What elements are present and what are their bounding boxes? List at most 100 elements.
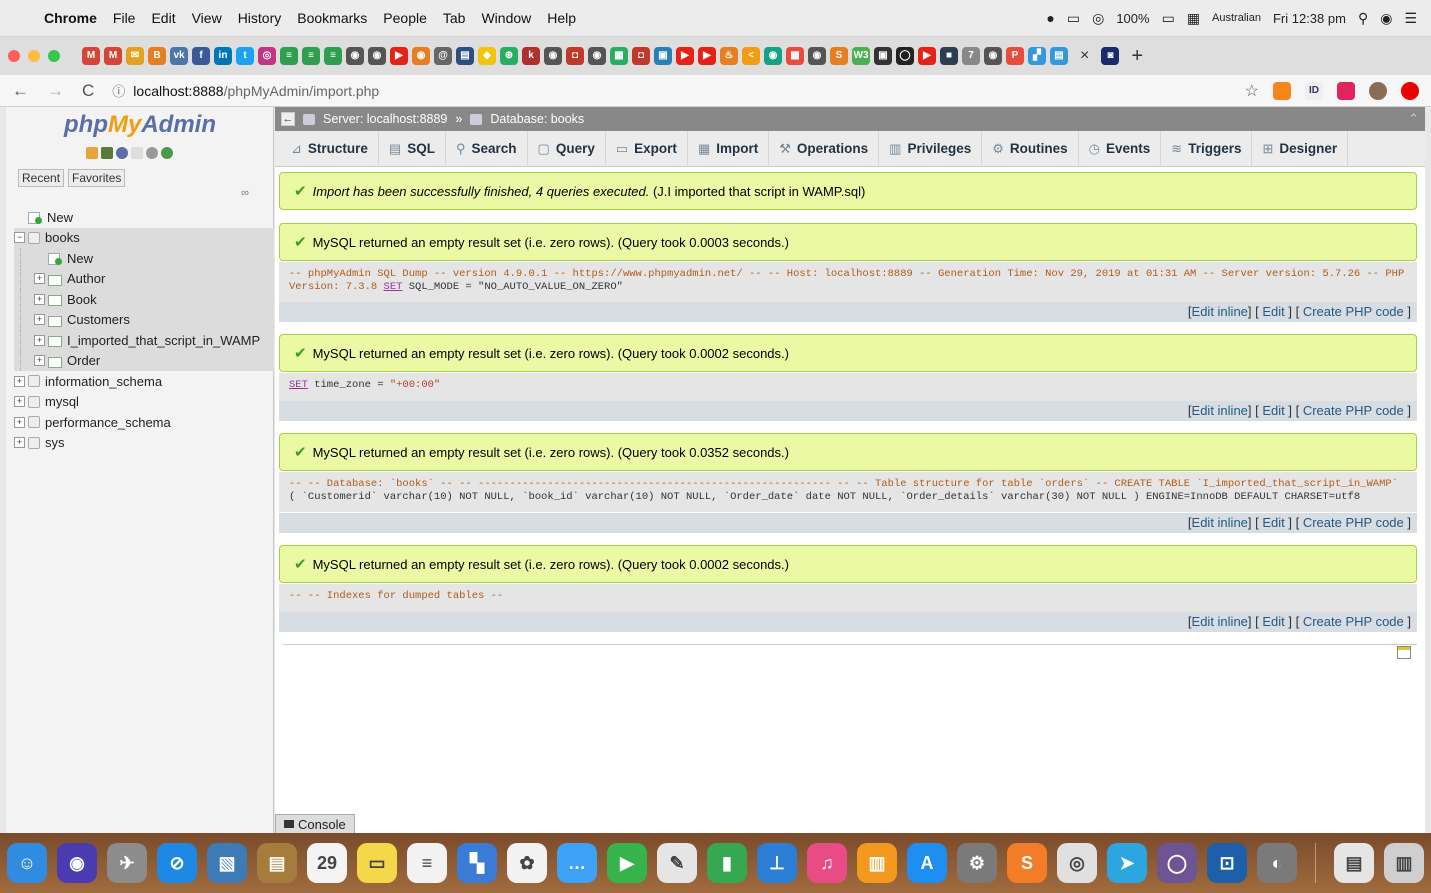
tab-favicon-icon[interactable]: ◘ [566,47,584,65]
nav-tree-label[interactable]: sys [45,435,65,450]
nav-tree-item[interactable]: + I_imported_that_script_in_WAMP [14,330,274,351]
phpmyadmin-logo[interactable]: phpMyAdmin [6,111,274,139]
tab-sql[interactable]: ▤ SQL [379,130,446,167]
tab-favicon-icon[interactable]: ≡ [280,47,298,65]
tab-routines[interactable]: ⚙ Routines [982,130,1079,167]
tab-import[interactable]: ▦ Import [688,130,770,167]
edit-inline-link[interactable]: Edit inline [1192,515,1248,530]
tab-favicon-icon[interactable]: ▤ [1050,47,1068,65]
dock-photobooth-icon[interactable]: ▚ [457,843,497,883]
dock-trash-icon[interactable]: ▥ [1384,843,1424,883]
recent-button[interactable]: Recent [18,169,65,187]
nav-tree-label[interactable]: New [67,251,93,266]
tab-search[interactable]: ⚲ Search [446,130,528,167]
help-icon[interactable] [116,147,128,159]
favorites-button[interactable]: Favorites [68,169,126,187]
nav-tree-item[interactable]: + Book [14,289,274,310]
expand-icon[interactable]: + [14,437,25,449]
nav-tree-label[interactable]: Author [67,271,105,286]
tab-favicon-icon[interactable]: t [236,47,254,65]
nav-tree-label[interactable]: Customers [67,312,130,327]
tab-favicon-icon[interactable]: ▣ [654,47,672,65]
settings-gear-icon[interactable] [146,147,158,159]
zoom-window-button[interactable] [48,50,60,62]
dock-numbers-icon[interactable]: ▮ [707,843,747,883]
page-settings-icon[interactable] [1397,646,1411,659]
tab-favicon-icon[interactable]: ▩ [786,47,804,65]
clock[interactable]: Fri 12:38 pm [1273,11,1346,26]
menu-bookmarks[interactable]: Bookmarks [297,10,367,26]
home-icon[interactable] [86,147,98,159]
breadcrumb-server[interactable]: Server: localhost:8889 [323,112,447,126]
tab-favicon-icon[interactable]: ◉ [544,47,562,65]
tab-operations[interactable]: ⚒ Operations [769,130,880,167]
dock-keynote-icon[interactable]: ⊥ [757,843,797,883]
dock-siri-icon[interactable]: ◉ [57,843,97,883]
breadcrumb-database[interactable]: Database: books [490,112,584,126]
dock-calendar-icon[interactable]: 29 [307,843,347,883]
expand-icon[interactable]: + [14,396,25,408]
tab-structure[interactable]: ⊿ Structure [281,130,379,167]
tab-favicon-icon[interactable]: in [214,47,232,65]
menu-history[interactable]: History [238,10,282,26]
tab-favicon-icon[interactable]: ✉ [126,47,144,65]
tab-favicon-icon[interactable]: ▣ [874,47,892,65]
edit-link[interactable]: Edit [1262,304,1284,319]
id-extension-icon[interactable]: ID [1305,81,1323,100]
edit-inline-link[interactable]: Edit inline [1192,614,1248,629]
menu-file[interactable]: File [113,10,136,26]
tab-favicon-icon[interactable]: ◎ [258,47,276,65]
menu-view[interactable]: View [192,10,222,26]
tab-favicon-icon[interactable]: ◉ [764,47,782,65]
dock-stickies-icon[interactable]: ▭ [357,843,397,883]
sql-query-box[interactable]: SET time_zone = "+00:00" [279,373,1417,401]
nav-tree-label[interactable]: New [47,210,73,225]
tab-favicon-icon[interactable]: < [742,47,760,65]
tab-favicon-icon[interactable]: ◉ [588,47,606,65]
nav-tree-item[interactable]: + mysql [14,392,274,413]
nav-tree-label[interactable]: information_schema [45,374,162,389]
dock-chrome-icon[interactable]: ◎ [1057,843,1097,883]
dock-appstore-icon[interactable]: A [907,843,947,883]
forward-arrow-icon[interactable]: → [47,81,64,101]
edit-link[interactable]: Edit [1262,403,1284,418]
expand-icon[interactable]: + [14,416,25,428]
tab-triggers[interactable]: ≋ Triggers [1161,130,1253,167]
tab-favicon-icon[interactable]: ◯ [896,47,914,65]
dock-textedit-icon[interactable]: ✎ [657,843,697,883]
new-tab-button[interactable]: + [1131,45,1143,68]
nav-tree-item[interactable]: − books [14,227,274,248]
nav-tree-label[interactable]: performance_schema [45,415,171,430]
tab-designer[interactable]: ⊞ Designer [1252,130,1349,167]
nav-tree-item[interactable]: + Customers [14,309,274,330]
link-with-main-icon[interactable]: ∞ [241,187,249,199]
dock-facetime-icon[interactable]: ▶ [607,843,647,883]
collapse-icon[interactable]: − [14,232,25,244]
tab-favicon-icon[interactable]: P [1006,47,1024,65]
dock-finder-icon[interactable]: ☺ [7,843,47,883]
reload-icon[interactable]: C [82,81,94,101]
tab-favicon-icon[interactable]: ▤ [456,47,474,65]
menu-people[interactable]: People [383,10,427,26]
create-php-code-link[interactable]: Create PHP code [1303,515,1404,530]
tab-favicon-icon[interactable]: ▶ [918,47,936,65]
tab-favicon-icon[interactable]: ▶ [390,47,408,65]
nav-tree-item[interactable]: + Author [14,268,274,289]
expand-icon[interactable]: + [34,355,45,367]
dock-sublime-icon[interactable]: S [1007,843,1047,883]
tab-favicon-icon[interactable]: W3 [852,47,870,65]
url-field[interactable]: ⓘ localhost:8888/phpMyAdmin/import.php [112,81,1244,100]
dock-launchpad-icon[interactable]: ✈ [107,843,147,883]
tab-favicon-icon[interactable]: ◉ [368,47,386,65]
dock-sysprefs-icon[interactable]: ⚙ [957,843,997,883]
tab-privileges[interactable]: ▥ Privileges [879,130,983,167]
nav-tree-item[interactable]: + Order [14,350,274,371]
nav-tree-item[interactable]: + information_schema [14,371,274,392]
edit-link[interactable]: Edit [1262,614,1284,629]
extension-icon[interactable] [1337,81,1355,100]
dock-documents-icon[interactable]: ▤ [1334,843,1374,883]
tab-favicon-icon[interactable]: ◆ [478,47,496,65]
dock-safari-icon[interactable]: ⊘ [157,843,197,883]
tab-favicon-icon[interactable]: ◉ [808,47,826,65]
tab-export[interactable]: ▭ Export [606,130,688,167]
